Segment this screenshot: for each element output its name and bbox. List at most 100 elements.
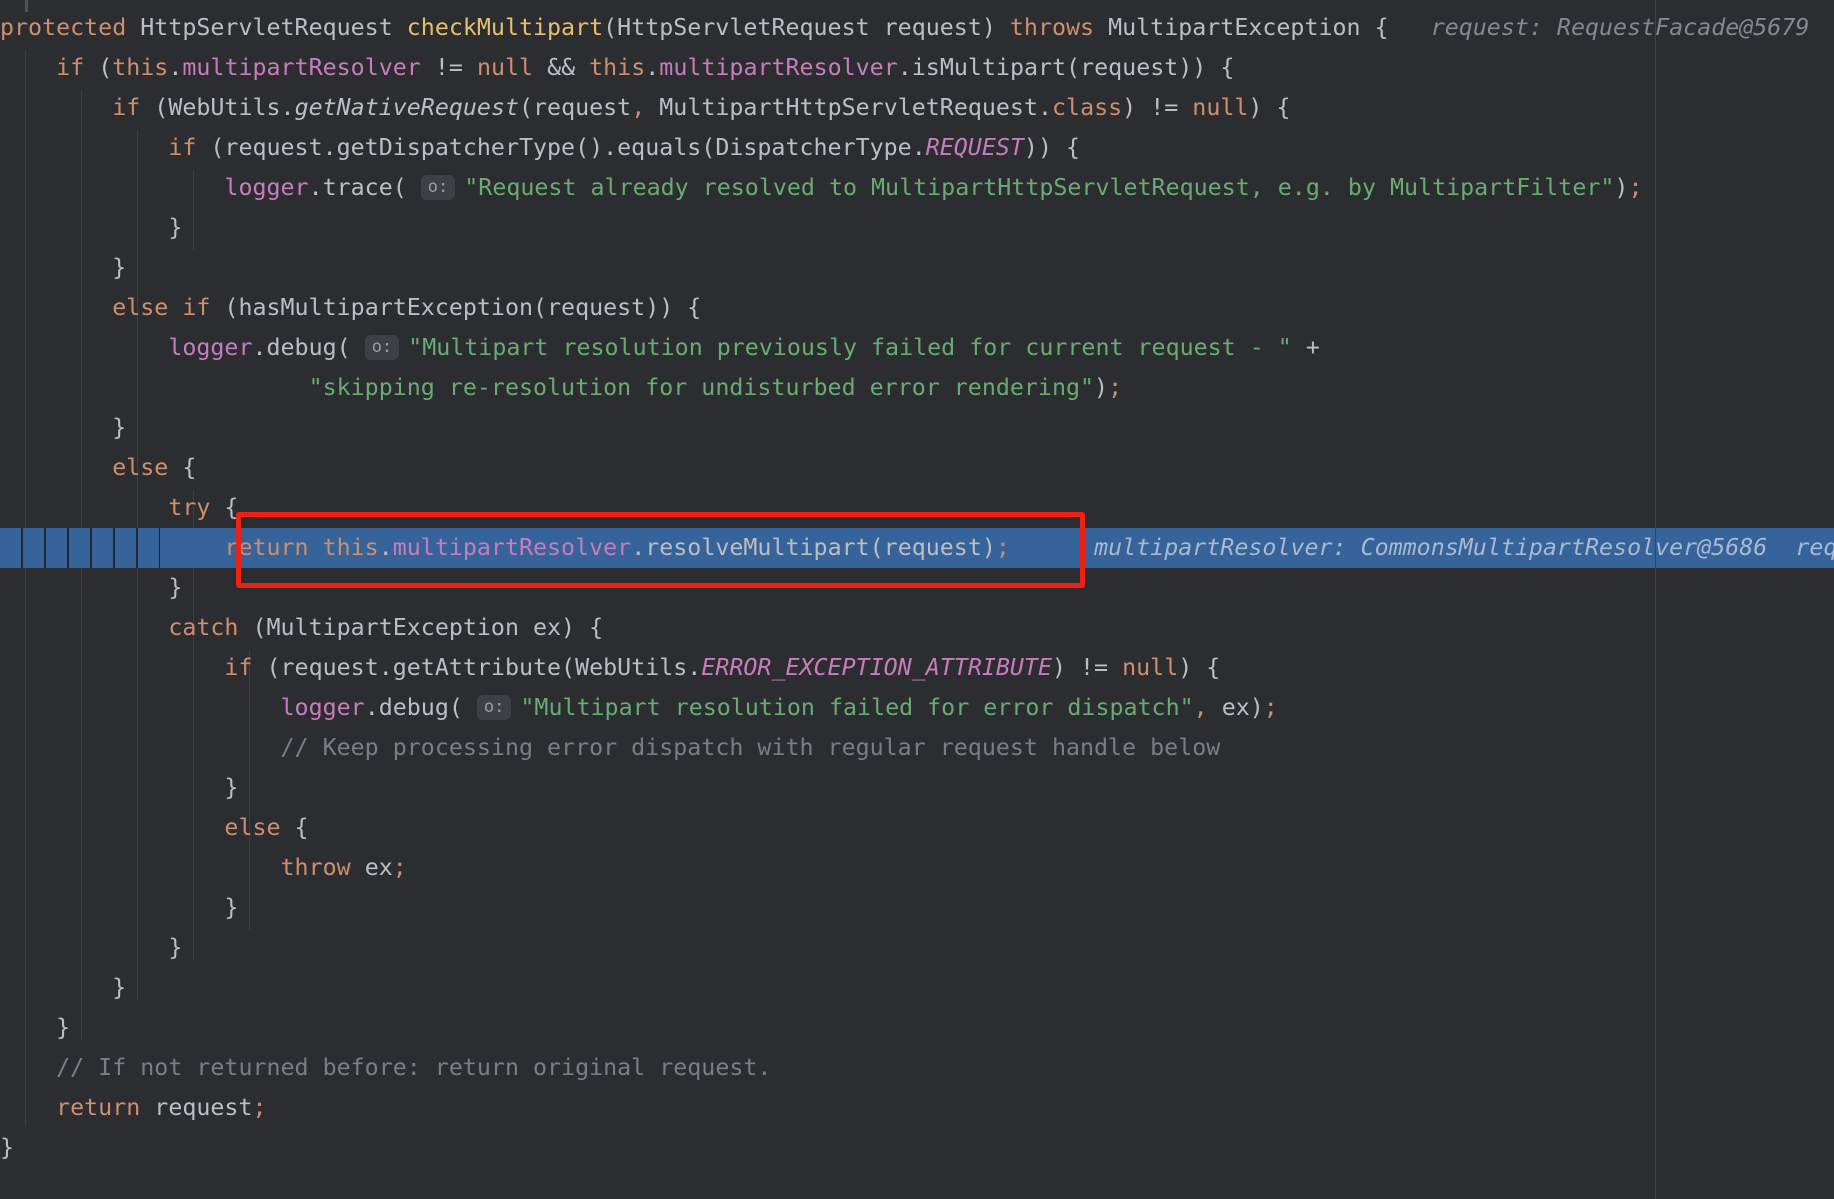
code-token: } [0,1134,14,1161]
code-token: , [1194,694,1208,721]
code-token: } [168,574,182,601]
code-line[interactable]: if (request.getDispatcherType().equals(D… [0,128,1834,168]
code-token: .debug( [365,694,477,721]
code-token: ) [1094,374,1108,401]
code-token: multipartResolver [659,54,897,81]
code-token: (request.getDispatcherType().equals(Disp… [196,134,925,161]
code-line[interactable]: } [0,208,1834,248]
comment: // Keep processing error dispatch with r… [281,734,1221,761]
code-token: ; [1264,694,1278,721]
code-line[interactable]: } [0,928,1834,968]
code-token: } [168,214,182,241]
code-line[interactable]: if (request.getAttribute(WebUtils.ERROR_… [0,648,1834,688]
code-line[interactable]: logger.debug( o: "Multipart resolution fa… [0,688,1834,728]
code-token: null [1192,94,1248,121]
code-token: null [1122,654,1178,681]
string-literal: "Multipart resolution previously failed … [408,334,1292,361]
code-token: .debug( [252,334,364,361]
code-token: } [112,974,126,1001]
code-line[interactable]: } [0,1128,1834,1168]
code-token: } [168,934,182,961]
code-token: getNativeRequest [295,94,519,121]
code-token: ; [1628,174,1642,201]
code-line[interactable]: if (this.multipartResolver != null && th… [0,48,1834,88]
comment: // If not returned before: return origin… [56,1054,771,1081]
param-name-hint-badge: o: [421,175,455,200]
code-line[interactable]: catch (MultipartException ex) { [0,608,1834,648]
debug-highlight-annotation-box [236,512,1085,588]
code-token: class [1052,94,1122,121]
code-line[interactable]: else { [0,448,1834,488]
code-token: .trace( [309,174,421,201]
code-token [1767,534,1795,561]
code-line[interactable]: } [0,968,1834,1008]
code-token: ) { [1248,94,1290,121]
code-token: logger [281,694,365,721]
code-token: else if [112,294,210,321]
code-token: if [168,134,196,161]
string-literal: "Multipart resolution failed for error d… [520,694,1193,721]
code-line[interactable]: } [0,768,1834,808]
code-token: if [224,654,252,681]
param-name-hint-badge: o: [477,695,511,720]
code-token: multipartResolver [182,54,420,81]
code-token: { [281,814,309,841]
code-token: . [168,54,182,81]
right-margin-guide [1655,0,1656,1199]
code-token: ) != [1122,94,1192,121]
code-lines-container: protected HttpServletRequest checkMultip… [0,8,1834,1168]
code-line[interactable]: if (WebUtils.getNativeRequest(request, M… [0,88,1834,128]
code-token: { [168,454,196,481]
code-line[interactable]: } [0,1008,1834,1048]
code-line[interactable]: // Keep processing error dispatch with r… [0,728,1834,768]
code-line[interactable]: } [0,408,1834,448]
code-token: ; [393,854,407,881]
code-token: this [112,54,168,81]
code-token: ex) [1208,694,1264,721]
code-token: catch [168,614,238,641]
code-token: ERROR_EXCEPTION_ATTRIBUTE [701,654,1052,681]
debugger-inline-hint: req [1795,534,1834,561]
code-token: throw [281,854,351,881]
code-editor[interactable]: protected HttpServletRequest checkMultip… [0,0,1834,1199]
code-token: null [477,54,533,81]
code-line[interactable]: throw ex; [0,848,1834,888]
debugger-inline-hint: multipartResolver: CommonsMultipartResol… [1094,534,1767,561]
code-line[interactable]: } [0,888,1834,928]
code-token: != [421,54,477,81]
code-token: .isMultipart(request)) { [898,54,1235,81]
code-token: checkMultipart [407,14,603,41]
code-line[interactable]: else if (hasMultipartException(request))… [0,288,1834,328]
code-token: ( [84,54,112,81]
code-line[interactable]: logger.trace( o:"Request already resolve… [0,168,1834,208]
code-token: throws [1010,14,1094,41]
code-token: this [589,54,645,81]
code-token: (MultipartException ex) { [238,614,603,641]
code-token: && [533,54,589,81]
code-line[interactable]: return request; [0,1088,1834,1128]
code-line[interactable]: protected HttpServletRequest checkMultip… [0,8,1834,48]
code-token: REQUEST [926,134,1024,161]
code-token: logger [224,174,308,201]
code-token: ) [1614,174,1628,201]
param-name-hint-badge: o: [365,335,399,360]
code-token: } [112,414,126,441]
code-line[interactable]: // If not returned before: return origin… [0,1048,1834,1088]
code-token [1389,14,1431,41]
code-token: return [56,1094,140,1121]
code-token: logger [168,334,252,361]
code-line[interactable]: } [0,248,1834,288]
code-token: (HttpServletRequest request) [603,14,1010,41]
code-token: ) { [1178,654,1220,681]
code-token: try [168,494,210,521]
code-token: ex [351,854,393,881]
code-line[interactable]: "skipping re-resolution for undisturbed … [0,368,1834,408]
code-token: (hasMultipartException(request)) { [210,294,701,321]
code-token: ) != [1052,654,1122,681]
code-token: request [140,1094,252,1121]
code-line[interactable]: logger.debug( o: "Multipart resolution pr… [0,328,1834,368]
code-token: MultipartException { [1094,14,1389,41]
code-line[interactable]: else { [0,808,1834,848]
code-token: else [224,814,280,841]
code-token: protected [0,14,140,41]
